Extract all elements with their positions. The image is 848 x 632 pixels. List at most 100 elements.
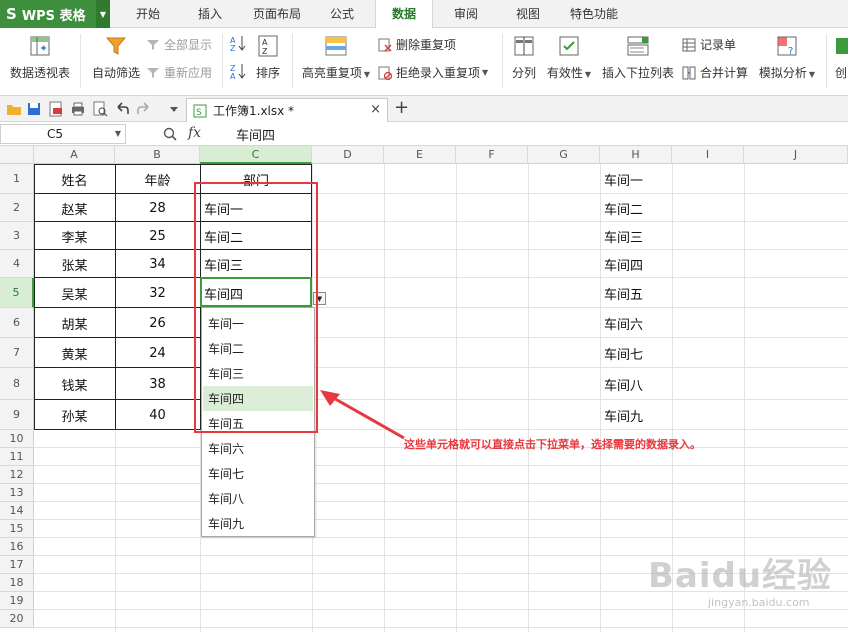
column-header-f[interactable]: F — [456, 146, 528, 164]
cell-b4[interactable]: 34 — [115, 250, 200, 278]
column-header-e[interactable]: E — [384, 146, 456, 164]
dropdown-option[interactable]: 车间八 — [203, 486, 313, 511]
row-header-8[interactable]: 8 — [0, 368, 34, 400]
row-header-13[interactable]: 13 — [0, 484, 34, 502]
name-box[interactable]: C5 ▼ — [0, 124, 126, 144]
tab-insert[interactable]: 插入 — [184, 0, 236, 28]
cell-a7[interactable]: 黄某 — [34, 338, 115, 368]
cell-b8[interactable]: 38 — [115, 368, 200, 400]
column-header-h[interactable]: H — [600, 146, 672, 164]
row-header-18[interactable]: 18 — [0, 574, 34, 592]
merge-calc-button[interactable]: 合并计算 — [682, 64, 748, 81]
sort-button[interactable]: A Z 排序 — [252, 34, 284, 81]
spreadsheet-grid[interactable]: A B C D E F G H I J 1 2 3 4 5 6 7 8 9 10… — [0, 146, 848, 632]
save-icon[interactable] — [26, 101, 42, 117]
row-header-16[interactable]: 16 — [0, 538, 34, 556]
cell-h4[interactable]: 车间四 — [600, 250, 672, 278]
sort-ascending-icon[interactable]: A Z — [230, 34, 248, 52]
undo-icon[interactable] — [114, 101, 130, 117]
cell-h1[interactable]: 车间一 — [600, 164, 672, 194]
print-icon[interactable] — [70, 101, 86, 117]
cell-a2[interactable]: 赵某 — [34, 194, 115, 222]
tab-page-layout[interactable]: 页面布局 — [246, 0, 308, 28]
highlight-duplicates-button[interactable]: 高亮重复项 ▼ — [300, 34, 372, 81]
insert-dropdown-list-button[interactable]: 插入下拉列表 — [600, 34, 676, 81]
customize-toolbar-dropdown-icon[interactable] — [166, 101, 182, 117]
cell-h2[interactable]: 车间二 — [600, 194, 672, 222]
reject-duplicates-button[interactable]: 拒绝录入重复项 ▼ — [378, 64, 488, 81]
row-header-17[interactable]: 17 — [0, 556, 34, 574]
dropdown-option[interactable]: 车间六 — [203, 436, 313, 461]
row-header-6[interactable]: 6 — [0, 308, 34, 338]
print-preview-icon[interactable] — [92, 101, 108, 117]
cell-h3[interactable]: 车间三 — [600, 222, 672, 250]
cell-a9[interactable]: 孙某 — [34, 400, 115, 430]
row-header-15[interactable]: 15 — [0, 520, 34, 538]
row-header-20[interactable]: 20 — [0, 610, 34, 628]
row-header-2[interactable]: 2 — [0, 194, 34, 222]
new-tab-icon[interactable]: + — [394, 97, 409, 118]
cell-h9[interactable]: 车间九 — [600, 400, 672, 430]
pivot-table-button[interactable]: 数据透视表 — [8, 34, 72, 81]
column-header-g[interactable]: G — [528, 146, 600, 164]
validity-button[interactable]: 有效性 ▼ — [544, 34, 594, 81]
close-tab-icon[interactable]: × — [370, 102, 381, 117]
show-all-button[interactable]: 全部显示 — [146, 36, 212, 53]
cell-a3[interactable]: 李某 — [34, 222, 115, 250]
row-header-10[interactable]: 10 — [0, 430, 34, 448]
wps-app-button[interactable]: S WPS 表格 ▼ — [0, 0, 110, 28]
column-header-i[interactable]: I — [672, 146, 744, 164]
cell-a4[interactable]: 张某 — [34, 250, 115, 278]
open-folder-icon[interactable] — [6, 101, 22, 117]
tab-data[interactable]: 数据 — [375, 0, 433, 29]
split-columns-button[interactable]: 分列 — [508, 34, 540, 81]
row-header-3[interactable]: 3 — [0, 222, 34, 250]
row-header-5[interactable]: 5 — [0, 278, 34, 308]
column-header-b[interactable]: B — [115, 146, 200, 164]
row-header-4[interactable]: 4 — [0, 250, 34, 278]
tab-home[interactable]: 开始 — [122, 0, 174, 28]
row-header-11[interactable]: 11 — [0, 448, 34, 466]
export-pdf-icon[interactable] — [48, 101, 64, 117]
insert-function-icon[interactable]: fx — [188, 125, 201, 141]
app-menu-dropdown-icon[interactable]: ▼ — [96, 0, 110, 28]
cell-b3[interactable]: 25 — [115, 222, 200, 250]
cell-a8[interactable]: 钱某 — [34, 368, 115, 400]
column-header-d[interactable]: D — [312, 146, 384, 164]
remove-duplicates-button[interactable]: 删除重复项 — [378, 36, 456, 53]
column-header-j[interactable]: J — [744, 146, 848, 164]
cell-b6[interactable]: 26 — [115, 308, 200, 338]
row-header-14[interactable]: 14 — [0, 502, 34, 520]
cell-h7[interactable]: 车间七 — [600, 338, 672, 368]
record-form-button[interactable]: 记录单 — [682, 36, 736, 53]
cell-b5[interactable]: 32 — [115, 278, 200, 308]
row-header-12[interactable]: 12 — [0, 466, 34, 484]
cell-h6[interactable]: 车间六 — [600, 308, 672, 338]
auto-filter-button[interactable]: 自动筛选 — [90, 34, 142, 81]
column-header-c[interactable]: C — [200, 146, 312, 164]
row-header-1[interactable]: 1 — [0, 164, 34, 194]
dropdown-option[interactable]: 车间九 — [203, 511, 313, 536]
cell-a1[interactable]: 姓名 — [34, 164, 115, 194]
tab-special-features[interactable]: 特色功能 — [562, 0, 626, 28]
tab-view[interactable]: 视图 — [502, 0, 554, 28]
cell-b9[interactable]: 40 — [115, 400, 200, 430]
chevron-down-icon[interactable]: ▼ — [115, 125, 121, 143]
cell-b2[interactable]: 28 — [115, 194, 200, 222]
column-header-a[interactable]: A — [34, 146, 115, 164]
reapply-button[interactable]: 重新应用 — [146, 64, 212, 81]
redo-icon[interactable] — [136, 101, 152, 117]
tab-review[interactable]: 审阅 — [440, 0, 492, 28]
cell-h5[interactable]: 车间五 — [600, 278, 672, 308]
cell-b7[interactable]: 24 — [115, 338, 200, 368]
cell-a5[interactable]: 吴某 — [34, 278, 115, 308]
sort-descending-icon[interactable]: Z A — [230, 62, 248, 80]
row-header-9[interactable]: 9 — [0, 400, 34, 430]
tab-formula[interactable]: 公式 — [316, 0, 368, 28]
select-all-corner[interactable] — [0, 146, 34, 164]
formula-input[interactable]: 车间四 — [236, 125, 275, 144]
dropdown-option[interactable]: 车间七 — [203, 461, 313, 486]
document-tab[interactable]: S 工作簿1.xlsx * × — [186, 98, 388, 122]
create-group-button[interactable]: 创 — [834, 34, 848, 81]
cell-h8[interactable]: 车间八 — [600, 368, 672, 400]
